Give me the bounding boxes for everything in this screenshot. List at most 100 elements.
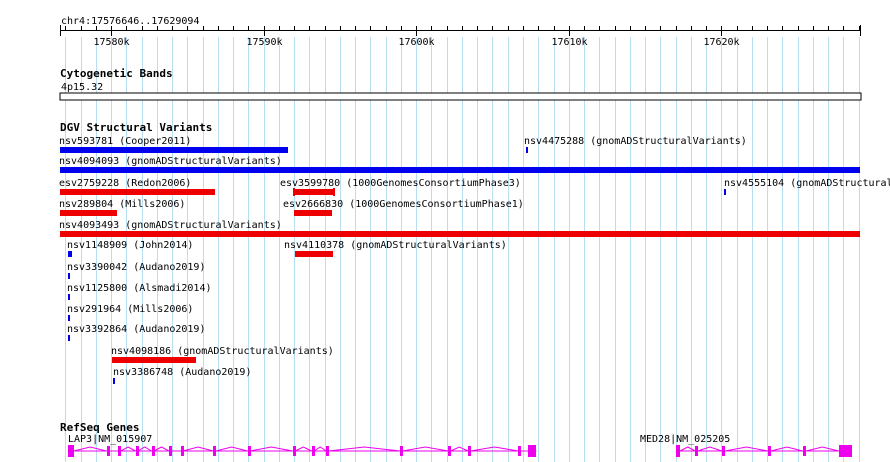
dgv-feature-bar[interactable] (526, 147, 528, 153)
dgv-feature-nsv3392864[interactable]: nsv3392864 (Audano2019) (67, 324, 205, 341)
dgv-feature-label: nsv4098186 (gnomADStructuralVariants) (111, 346, 334, 357)
dgv-feature-label: esv3599780 (1000GenomesConsortiumPhase3) (280, 178, 521, 189)
dgv-feature-bar[interactable] (68, 335, 70, 341)
dgv-feature-bar[interactable] (68, 273, 70, 279)
dgv-feature-nsv4555104[interactable]: nsv4555104 (gnomADStructuralVariants) (724, 178, 890, 195)
gene-exon (293, 446, 296, 456)
refseq-track-title: RefSeq Genes (60, 421, 139, 434)
dgv-feature-nsv4093493[interactable]: nsv4093493 (gnomADStructuralVariants) (59, 220, 860, 237)
gene-exon (468, 446, 471, 456)
gene-exon (169, 446, 172, 456)
gene-exon (695, 446, 698, 456)
gene-exon (326, 446, 329, 456)
dgv-feature-bar[interactable] (60, 167, 860, 173)
dgv-feature-nsv291964[interactable]: nsv291964 (Mills2006) (67, 304, 193, 321)
dgv-feature-bar[interactable] (293, 189, 335, 195)
gene-intron-chevron (313, 446, 327, 452)
dgv-feature-label: nsv593781 (Cooper2011) (59, 136, 191, 147)
cytoband-label: 4p15.32 (61, 82, 103, 93)
refseq-track: RefSeq Genes LAP3|NM_015907 MED28|NM_0252… (60, 421, 852, 457)
gene-intron-chevron (805, 446, 839, 452)
dgv-feature-bar[interactable] (294, 210, 332, 216)
dgv-feature-label: esv2666830 (1000GenomesConsortiumPhase1) (283, 199, 524, 210)
dgv-feature-nsv1148909[interactable]: nsv1148909 (John2014) (67, 240, 193, 257)
dgv-feature-nsv289804[interactable]: nsv289804 (Mills2006) (59, 199, 185, 216)
dgv-feature-nsv4094093[interactable]: nsv4094093 (gnomADStructuralVariants) (59, 156, 860, 173)
dgv-feature-bar[interactable] (724, 189, 726, 195)
dgv-feature-bar[interactable] (60, 147, 288, 153)
gene-intron-chevron (725, 446, 768, 452)
dgv-feature-bracket-left (293, 188, 295, 196)
gene-exon (68, 445, 74, 457)
dgv-feature-bar[interactable] (60, 210, 117, 216)
dgv-feature-bar[interactable] (112, 357, 196, 363)
gene-exon (518, 446, 521, 456)
ruler-tick-label: 17580k (93, 37, 129, 48)
gene-exon (248, 446, 251, 456)
gene-exon (803, 446, 806, 456)
gene-exon (676, 445, 680, 457)
gene-intron-chevron (120, 446, 136, 452)
dgv-feature-label: nsv3386748 (Audano2019) (113, 367, 251, 378)
genome-browser-panel: chr4:17576646..17629094 17580k 17590k 1760… (59, 16, 890, 462)
gene-exon (768, 446, 771, 456)
dgv-features: nsv593781 (Cooper2011) nsv4475288 (gnomAD… (59, 136, 890, 384)
ruler-location-label: chr4:17576646..17629094 (61, 16, 199, 27)
dgv-feature-esv2666830[interactable]: esv2666830 (1000GenomesConsortiumPhase1) (283, 199, 524, 216)
gene-exon (213, 446, 216, 456)
gene-exon (722, 446, 725, 456)
dgv-feature-nsv4110378[interactable]: nsv4110378 (gnomADStructuralVariants) (284, 240, 507, 257)
dgv-feature-bracket-right (333, 188, 335, 196)
dgv-feature-label: nsv4110378 (gnomADStructuralVariants) (284, 240, 507, 251)
gene-exon (118, 446, 121, 456)
cytoband-bar[interactable] (59, 92, 862, 101)
cytoband-track-title: Cytogenetic Bands (60, 67, 173, 80)
gene-intron-chevron (402, 446, 449, 452)
dgv-feature-bar[interactable] (60, 189, 215, 195)
dgv-feature-label: nsv4475288 (gnomADStructuralVariants) (524, 136, 747, 147)
ruler-tick-label: 17620k (703, 37, 739, 48)
dgv-feature-nsv4475288[interactable]: nsv4475288 (gnomADStructuralVariants) (524, 136, 747, 153)
gene-med28[interactable]: MED28|NM_025205 (640, 434, 852, 457)
dgv-feature-label: nsv1148909 (John2014) (67, 240, 193, 251)
dgv-feature-bar[interactable] (113, 378, 115, 384)
gene-label: LAP3|NM_015907 (68, 434, 152, 445)
dgv-feature-label: nsv4094093 (gnomADStructuralVariants) (59, 156, 282, 167)
dgv-feature-bar[interactable] (68, 315, 70, 321)
dgv-feature-label: nsv1125800 (Alsmadi2014) (67, 283, 212, 294)
ruler-tick-label: 17590k (246, 37, 282, 48)
gene-intron-chevron (137, 446, 152, 452)
gene-exon (107, 446, 110, 456)
gene-intron-chevron (249, 446, 293, 452)
ruler-tick-label: 17610k (551, 37, 587, 48)
dgv-feature-label: nsv3392864 (Audano2019) (67, 324, 205, 335)
dgv-feature-nsv3390042[interactable]: nsv3390042 (Audano2019) (67, 262, 205, 279)
gene-exon (152, 446, 155, 456)
dgv-feature-bar[interactable] (68, 294, 70, 300)
gene-intron-chevron (328, 446, 401, 452)
dgv-feature-label: nsv3390042 (Audano2019) (67, 262, 205, 273)
dgv-feature-label: nsv289804 (Mills2006) (59, 199, 185, 210)
gene-exon (181, 446, 184, 456)
dgv-feature-nsv593781[interactable]: nsv593781 (Cooper2011) (59, 136, 288, 153)
gene-exon (312, 446, 315, 456)
dgv-feature-nsv1125800[interactable]: nsv1125800 (Alsmadi2014) (67, 283, 212, 300)
gene-intron-chevron (215, 446, 248, 452)
gene-exon (400, 446, 403, 456)
dgv-feature-label: nsv4555104 (gnomADStructuralVariants) (724, 178, 890, 189)
dgv-feature-label: nsv4093493 (gnomADStructuralVariants) (59, 220, 282, 231)
gene-lap3[interactable]: LAP3|NM_015907 (67, 434, 537, 457)
dgv-feature-esv3599780[interactable]: esv3599780 (1000GenomesConsortiumPhase3) (280, 178, 521, 196)
refseq-genes: LAP3|NM_015907 MED28|NM_025205 (67, 434, 852, 457)
dgv-feature-bar[interactable] (60, 231, 860, 237)
dgv-feature-bar[interactable] (295, 251, 333, 257)
dgv-feature-esv2759228[interactable]: esv2759228 (Redon2006) (59, 178, 215, 195)
gene-intron-chevron (73, 446, 107, 452)
gene-exon (448, 446, 451, 456)
gene-intron-chevron (450, 446, 469, 452)
dgv-feature-nsv3386748[interactable]: nsv3386748 (Audano2019) (113, 367, 251, 384)
dgv-feature-bar[interactable] (68, 251, 72, 257)
dgv-feature-nsv4098186[interactable]: nsv4098186 (gnomADStructuralVariants) (111, 346, 334, 363)
gene-exon (839, 445, 852, 457)
gene-intron-chevron (697, 446, 723, 452)
